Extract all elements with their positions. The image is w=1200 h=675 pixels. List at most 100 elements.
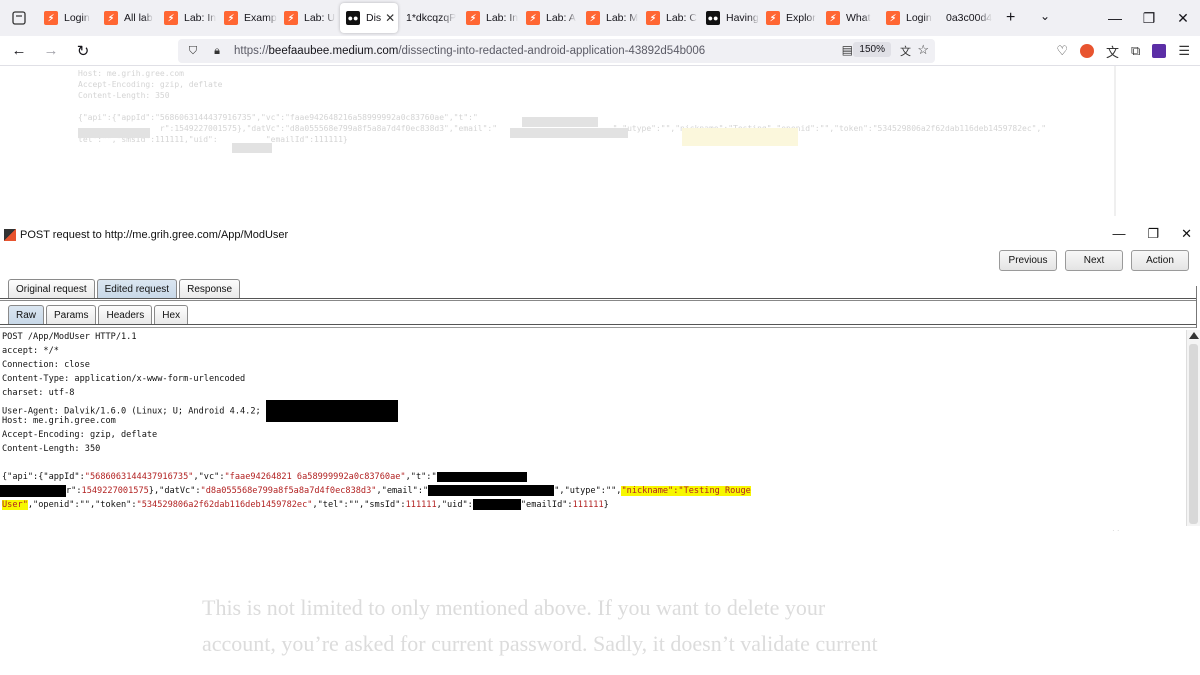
faded-redaction	[232, 143, 272, 153]
faded-scrollbar	[1114, 66, 1116, 216]
browser-tab[interactable]: ⚡︎ Examp	[218, 0, 278, 36]
browser-tab-label: Lab: M	[606, 12, 639, 24]
browser-tab[interactable]: ●● Having	[700, 0, 760, 36]
browser-tab[interactable]: ⚡︎ Login	[38, 0, 98, 36]
header-line: Connection: close	[2, 360, 90, 370]
tab-params[interactable]: Params	[46, 305, 97, 325]
editor-scrollbar[interactable]	[1186, 330, 1200, 526]
bookmark-star-icon[interactable]: ☆	[917, 42, 929, 58]
browser-tab[interactable]: ⚡︎ Explor	[760, 0, 820, 36]
browser-tab[interactable]: ⚡︎ Lab: C	[640, 0, 700, 36]
list-tabs-chevron-icon[interactable]: ⌄	[1040, 9, 1050, 23]
burp-window-title: POST request to http://me.grih.gree.com/…	[20, 229, 289, 241]
burp-favicon-icon: ⚡︎	[886, 11, 900, 25]
tab-response[interactable]: Response	[179, 279, 241, 299]
extension-red-icon[interactable]	[1080, 44, 1095, 58]
highlighted-nickname-end: User"	[2, 500, 28, 510]
header-line: Accept-Encoding: gzip, deflate	[2, 430, 158, 440]
medium-favicon-icon: ●●	[706, 11, 720, 25]
burp-favicon-icon: ⚡︎	[826, 11, 840, 25]
reader-view-icon[interactable]: ▤	[842, 43, 853, 57]
scrollbar-thumb[interactable]	[1189, 344, 1198, 524]
burp-favicon-icon: ⚡︎	[104, 11, 118, 25]
tab-edited-request[interactable]: Edited request	[96, 279, 178, 299]
browser-tab[interactable]: ⚡︎ Lab: In	[460, 0, 520, 36]
close-tab-icon[interactable]: ✕	[385, 11, 395, 25]
faded-redaction	[78, 128, 150, 138]
tab-headers[interactable]: Headers	[98, 305, 153, 325]
scroll-up-arrow-icon[interactable]	[1189, 332, 1199, 339]
burp-favicon-icon: ⚡︎	[646, 11, 660, 25]
browser-tab[interactable]: ⚡︎ All lab	[98, 0, 158, 36]
tab-overview-icon[interactable]	[0, 0, 38, 36]
burp-favicon-icon: ⚡︎	[224, 11, 238, 25]
redaction-box	[265, 400, 398, 422]
url-text[interactable]: https://beefaaubee.medium.com/dissecting…	[234, 45, 705, 57]
browser-tab[interactable]: ⚡︎ What	[820, 0, 880, 36]
medium-favicon-icon: ●●	[346, 11, 360, 25]
extensions-puzzle-icon[interactable]: ⧉	[1131, 43, 1140, 59]
browser-tab[interactable]: ⚡︎ Login	[880, 0, 940, 36]
browser-tab[interactable]: ●● Dis ✕	[340, 3, 398, 33]
browser-tab-label: All lab	[124, 12, 153, 24]
redaction-box	[436, 471, 527, 482]
burp-favicon-icon: ⚡︎	[466, 11, 480, 25]
forward-arrow-icon[interactable]: →	[38, 42, 64, 59]
zoom-level[interactable]: 150%	[853, 42, 891, 57]
faded-mark: · ·	[1112, 526, 1120, 535]
translate-extension-icon[interactable]: 文	[1106, 42, 1119, 61]
header-line: accept: */*	[2, 346, 59, 356]
header-line: Content-Length: 350	[2, 444, 101, 454]
browser-tab-label: 1*dkcqzqP	[406, 12, 457, 24]
pocket-icon[interactable]: ♡	[1056, 43, 1068, 59]
action-button[interactable]: Action	[1131, 250, 1189, 271]
next-button[interactable]: Next	[1065, 250, 1123, 271]
burp-favicon-icon: ⚡︎	[284, 11, 298, 25]
body-line: {"api":{"appId":"5686063144437916735","v…	[2, 470, 527, 484]
browser-tab-label: Examp	[244, 12, 277, 24]
minimize-icon[interactable]: —	[1098, 10, 1132, 26]
browser-tab[interactable]: 0a3c00d4	[940, 0, 1000, 36]
back-arrow-icon[interactable]: ←	[6, 42, 32, 59]
navigation-bar: ← → ↻ ⛉ 🔒︎ https://beefaaubee.medium.com…	[0, 36, 1200, 66]
burp-minimize-icon[interactable]: —	[1112, 226, 1125, 242]
browser-tab[interactable]: ⚡︎ Lab: A	[520, 0, 580, 36]
header-line: charset: utf-8	[2, 388, 75, 398]
menu-icon[interactable]: ☰	[1178, 43, 1190, 59]
faded-redaction	[522, 117, 598, 127]
browser-tab[interactable]: ⚡︎ Lab: M	[580, 0, 640, 36]
tab-hex[interactable]: Hex	[154, 305, 189, 325]
burp-favicon-icon: ⚡︎	[44, 11, 58, 25]
header-line: User-Agent: Dalvik/1.6.0 (Linux; U; Andr…	[2, 400, 398, 422]
burp-favicon-icon: ⚡︎	[526, 11, 540, 25]
header-line: Content-Type: application/x-www-form-url…	[2, 374, 246, 384]
tab-raw[interactable]: Raw	[8, 305, 45, 325]
close-window-icon[interactable]: ✕	[1166, 10, 1200, 27]
restore-icon[interactable]: ❐	[1132, 10, 1166, 27]
browser-tab-label: Lab: In	[486, 12, 519, 24]
shield-icon[interactable]: ⛉	[184, 45, 202, 58]
view-mode-tabs: Raw Params Headers Hex	[8, 305, 189, 325]
request-line: POST /App/ModUser HTTP/1.1	[2, 332, 137, 342]
tab-separator	[0, 298, 1196, 301]
tab-original-request[interactable]: Original request	[8, 279, 95, 299]
new-tab-icon[interactable]: +	[1006, 9, 1015, 27]
divider-line	[1196, 286, 1197, 328]
extension-purple-icon[interactable]	[1152, 44, 1167, 58]
browser-tab-label: Lab: C	[666, 12, 697, 24]
browser-tab[interactable]: 1*dkcqzqP	[400, 0, 460, 36]
raw-request-editor[interactable]: POST /App/ModUser HTTP/1.1 accept: */* C…	[0, 330, 1186, 526]
lock-icon[interactable]: 🔒︎	[208, 45, 226, 58]
burp-restore-icon[interactable]: ❐	[1147, 226, 1159, 242]
browser-tab[interactable]: ⚡︎ Lab: U	[278, 0, 338, 36]
browser-tab-label: Lab: In	[184, 12, 217, 24]
reload-icon[interactable]: ↻	[70, 42, 96, 60]
previous-button[interactable]: Previous	[999, 250, 1057, 271]
url-bar[interactable]: ⛉ 🔒︎ https://beefaaubee.medium.com/disse…	[178, 39, 935, 63]
translate-icon[interactable]: 文	[900, 43, 911, 59]
burp-app-icon	[4, 229, 16, 241]
burp-close-icon[interactable]: ✕	[1181, 226, 1192, 242]
browser-tab[interactable]: ⚡︎ Lab: In	[158, 0, 218, 36]
screen: ⚡︎ Login ⚡︎ All lab ⚡︎ Lab: In ⚡︎ Examp ⚡︎ Lab: U…	[0, 0, 1200, 675]
request-version-tabs: Original request Edited request Response	[8, 279, 241, 299]
